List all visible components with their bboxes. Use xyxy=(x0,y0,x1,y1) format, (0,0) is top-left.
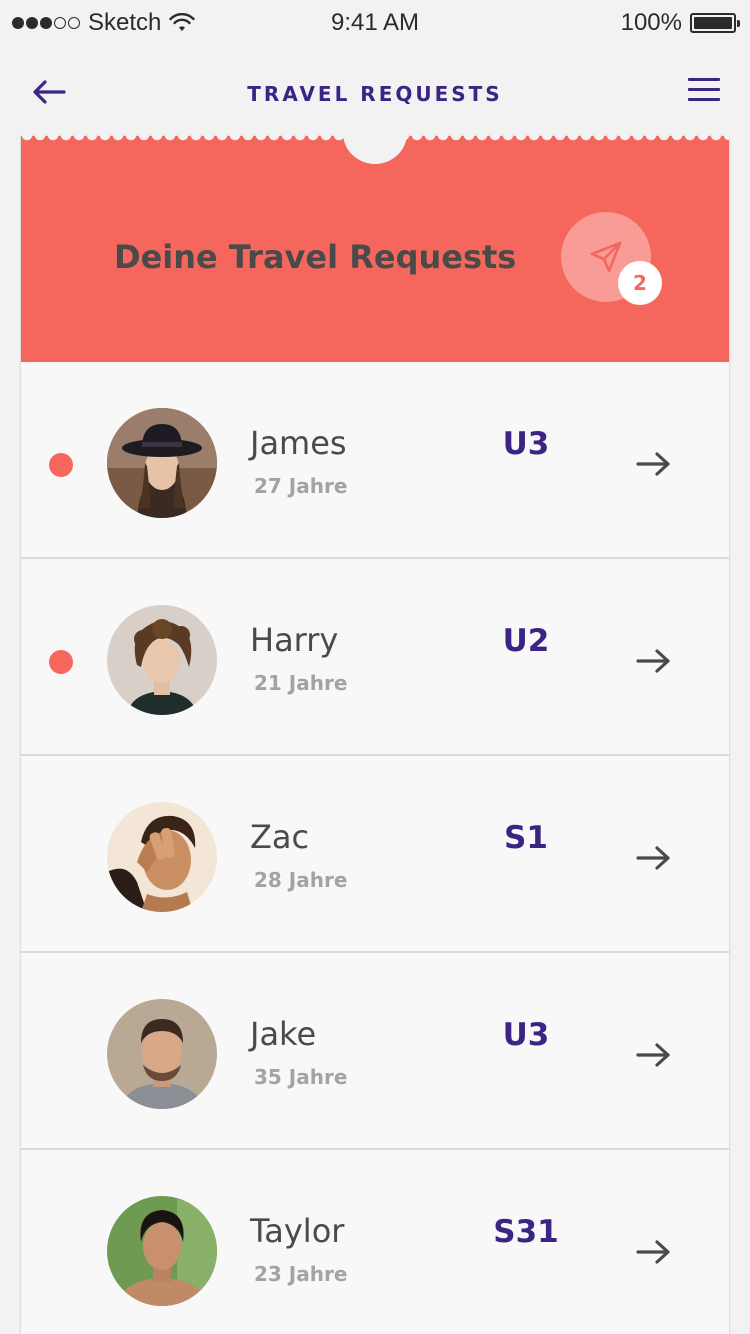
arrow-right-icon xyxy=(636,1240,670,1264)
request-age: 28 Jahre xyxy=(254,868,348,892)
transit-line: U3 xyxy=(502,426,550,462)
avatar xyxy=(107,605,217,715)
request-count-badge: 2 xyxy=(618,261,662,305)
travel-requests-card: Deine Travel Requests 2 James 27 Jahre U… xyxy=(21,102,729,1334)
hamburger-menu-icon xyxy=(688,78,720,101)
arrow-right-icon xyxy=(636,846,670,870)
request-row[interactable]: James 27 Jahre U3 xyxy=(21,362,729,559)
transit-line: U2 xyxy=(502,623,550,659)
arrow-right-icon xyxy=(636,649,670,673)
battery-icon xyxy=(690,13,740,33)
unread-indicator xyxy=(49,453,73,477)
transit-line: S31 xyxy=(493,1214,559,1250)
paper-plane-icon xyxy=(590,241,622,273)
request-row[interactable]: Harry 21 Jahre U2 xyxy=(21,559,729,756)
request-name: Zac xyxy=(250,818,310,856)
card-header: Deine Travel Requests 2 xyxy=(21,102,729,362)
request-age: 21 Jahre xyxy=(254,671,348,695)
avatar xyxy=(107,999,217,1109)
request-age: 35 Jahre xyxy=(254,1065,348,1089)
menu-button[interactable] xyxy=(688,78,720,106)
header-title: Deine Travel Requests xyxy=(114,238,517,276)
arrow-right-icon xyxy=(636,1043,670,1067)
avatar xyxy=(107,408,217,518)
ticket-notch xyxy=(343,102,407,164)
transit-line: S1 xyxy=(504,820,548,856)
request-list: James 27 Jahre U3 Harry 21 Jahre U2 Zac … xyxy=(21,362,729,1334)
request-name: Jake xyxy=(250,1015,317,1053)
request-name: Taylor xyxy=(250,1212,345,1250)
request-age: 27 Jahre xyxy=(254,474,348,498)
request-name: James xyxy=(250,424,347,462)
status-right: 100% xyxy=(620,9,740,37)
battery-percent: 100% xyxy=(620,9,682,36)
unread-indicator xyxy=(49,650,73,674)
avatar xyxy=(107,1196,217,1306)
status-bar: Sketch 9:41 AM 100% xyxy=(0,0,750,44)
avatar xyxy=(107,802,217,912)
request-row[interactable]: Jake 35 Jahre U3 xyxy=(21,953,729,1150)
request-age: 23 Jahre xyxy=(254,1262,348,1286)
request-row[interactable]: Taylor 23 Jahre S31 xyxy=(21,1150,729,1334)
arrow-right-icon xyxy=(636,452,670,476)
request-name: Harry xyxy=(250,621,339,659)
request-row[interactable]: Zac 28 Jahre S1 xyxy=(21,756,729,953)
transit-line: U3 xyxy=(502,1017,550,1053)
